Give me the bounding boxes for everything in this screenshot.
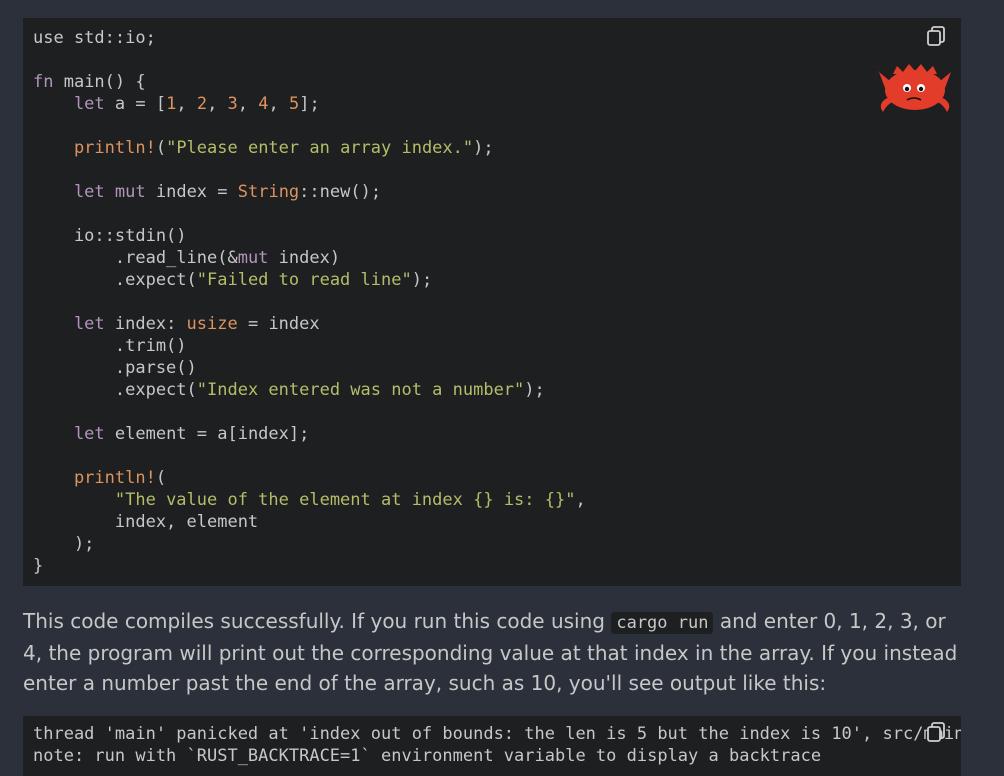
code-line: .expect("Index entered was not a number"… [33, 379, 961, 401]
code-line: fn main() { [33, 71, 961, 93]
code-line: ); [33, 533, 961, 555]
code-token: usize [186, 314, 238, 334]
code-token: ::new(); [299, 182, 382, 202]
code-line: .expect("Failed to read line"); [33, 269, 961, 291]
code-token: element = a[index]; [104, 424, 310, 444]
code-line: use std::io; [33, 27, 961, 49]
code-lines: use std::io;fn main() { let a = [1, 2, 3… [33, 27, 961, 577]
code-token: mut [114, 182, 146, 202]
code-token: "The value of the element at index {} is… [114, 490, 576, 510]
code-line: index, element [33, 511, 961, 533]
code-token: 2 [196, 94, 208, 114]
code-token: index, element [33, 512, 259, 532]
code-token: index) [268, 248, 341, 268]
ferris-does-not-compile-icon: ? [871, 61, 951, 112]
code-token: a = [ [104, 94, 167, 114]
code-token: ); [524, 380, 545, 400]
code-token: index = [145, 182, 238, 202]
code-token: , [176, 94, 197, 114]
code-token: note: run with `RUST_BACKTRACE=1` enviro… [33, 746, 822, 766]
code-token: io::stdin() [33, 226, 187, 246]
code-line: thread 'main' panicked at 'index out of … [33, 723, 961, 745]
code-token: index: [104, 314, 187, 334]
code-token: println! [33, 468, 156, 488]
code-token: let [33, 182, 105, 202]
code-token: .trim() [33, 336, 187, 356]
code-token: ]; [299, 94, 320, 114]
code-token: ); [33, 534, 95, 554]
paragraph-text-before: This code compiles successfully. If you … [23, 609, 612, 633]
code-token: , [575, 490, 586, 510]
output-lines: thread 'main' panicked at 'index out of … [33, 723, 961, 767]
code-token: , [237, 94, 259, 114]
code-token: .expect( [33, 380, 197, 400]
code-token: mut [237, 248, 269, 268]
code-line: io::stdin() [33, 225, 961, 247]
code-line: let element = a[index]; [33, 423, 961, 445]
code-token: .expect( [33, 270, 197, 290]
code-token: main() { [53, 72, 146, 92]
code-line: let mut index = String::new(); [33, 181, 961, 203]
code-block-main: use std::io;fn main() { let a = [1, 2, 3… [23, 18, 961, 586]
code-block-output: thread 'main' panicked at 'index out of … [23, 716, 961, 776]
code-token: ); [411, 270, 433, 290]
code-line: .parse() [33, 357, 961, 379]
code-line: .trim() [33, 335, 961, 357]
code-token: 4 [258, 94, 269, 114]
code-line: let index: usize = index [33, 313, 961, 335]
code-token: fn [33, 72, 54, 92]
code-token: .parse() [33, 358, 197, 378]
code-token: 3 [227, 94, 238, 114]
copy-icon[interactable] [925, 720, 949, 744]
copy-icon[interactable] [925, 24, 949, 48]
code-token: let [33, 94, 105, 114]
code-token: "Failed to read line" [196, 270, 412, 290]
code-token: println! [33, 138, 156, 158]
explanation-paragraph: This code compiles successfully. If you … [23, 606, 961, 698]
code-token: let [33, 424, 105, 444]
code-line: .read_line(&mut index) [33, 247, 961, 269]
code-token: use std::io; [33, 28, 156, 48]
code-token: } [33, 556, 44, 576]
code-token: , [207, 94, 228, 114]
code-line: } [33, 555, 961, 577]
code-token: 1 [166, 94, 177, 114]
code-line: note: run with `RUST_BACKTRACE=1` enviro… [33, 745, 961, 767]
code-line: "The value of the element at index {} is… [33, 489, 961, 511]
inline-code-cargo-run: cargo run [611, 612, 714, 634]
code-token: ( [155, 138, 167, 158]
code-line: println!( [33, 467, 961, 489]
code-token: String [237, 182, 300, 202]
code-token: .read_line(& [33, 248, 238, 268]
code-token: ( [155, 468, 167, 488]
code-token: 5 [289, 94, 300, 114]
code-line: let a = [1, 2, 3, 4, 5]; [33, 93, 961, 115]
code-token: = index [237, 314, 320, 334]
code-token: let [33, 314, 105, 334]
code-token: "Index entered was not a number" [196, 380, 525, 400]
svg-text:?: ? [871, 61, 883, 85]
code-token: "Please enter an array index." [166, 138, 474, 158]
code-token: ); [473, 138, 494, 158]
code-line: println!("Please enter an array index.")… [33, 137, 961, 159]
code-token: thread 'main' panicked at 'index out of … [33, 724, 961, 744]
code-token: , [268, 94, 290, 114]
